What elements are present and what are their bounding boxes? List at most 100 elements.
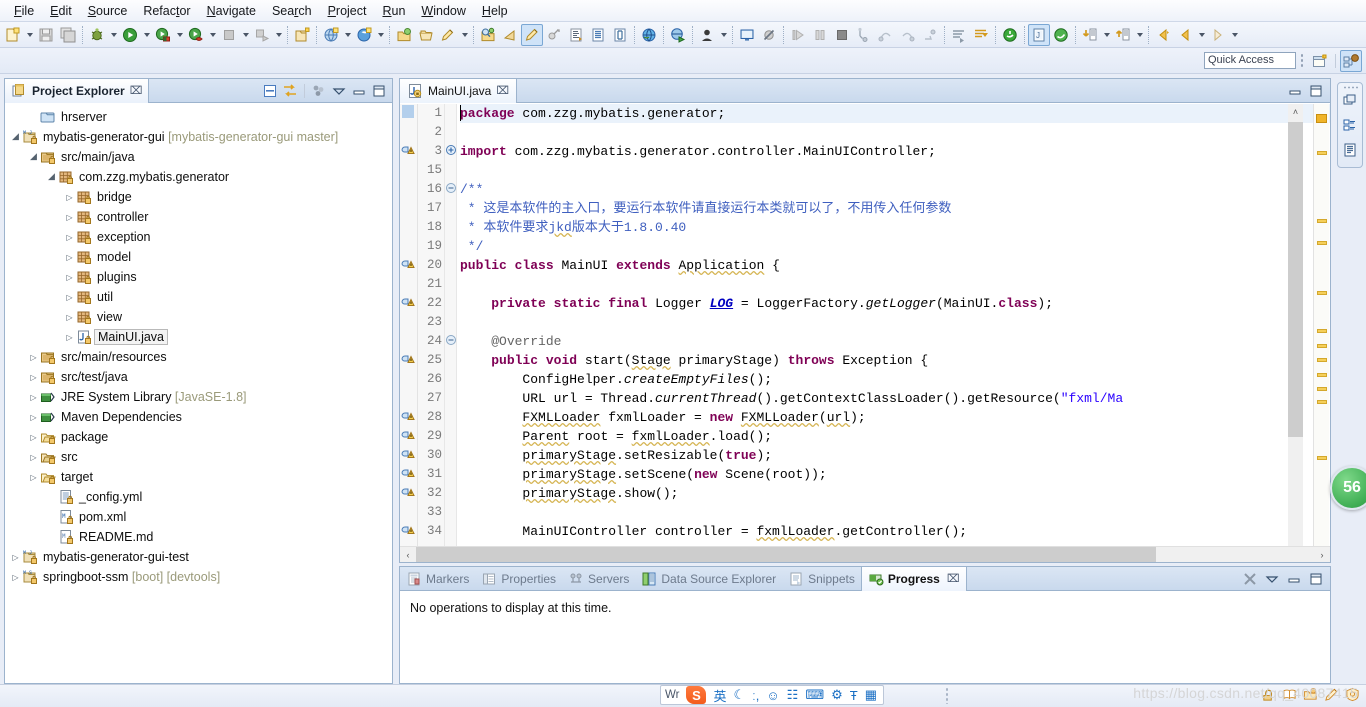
open-task-icon[interactable]: [415, 24, 437, 46]
save-all-icon[interactable]: [57, 24, 79, 46]
link-with-editor-icon[interactable]: [281, 82, 299, 100]
scroll-left-button[interactable]: ‹: [400, 547, 416, 562]
minimize-editor-icon[interactable]: [1286, 82, 1304, 100]
chevron-down-icon[interactable]: [45, 172, 58, 183]
terminate-debug-icon[interactable]: [831, 24, 853, 46]
code-line[interactable]: [460, 161, 1330, 180]
tree-item-maven-dependencies[interactable]: Maven Dependencies: [5, 407, 392, 427]
tree-item-pom-xml[interactable]: Mpom.xml: [5, 507, 392, 527]
source-text[interactable]: package com.zzg.mybatis.generator; impor…: [457, 104, 1330, 562]
fold-expand-icon[interactable]: [445, 142, 456, 161]
edit-marker-icon[interactable]: [437, 24, 459, 46]
project-tree[interactable]: hrserverMJmybatis-generator-gui [mybatis…: [5, 103, 392, 683]
scroll-up-button[interactable]: ˄: [1288, 104, 1303, 120]
spring-perspective-icon[interactable]: [1050, 24, 1072, 46]
chevron-down-icon[interactable]: [1196, 24, 1207, 46]
chevron-right-icon[interactable]: [63, 273, 76, 282]
ime-language-icon[interactable]: 英: [713, 686, 726, 705]
chevron-right-icon[interactable]: [27, 373, 40, 382]
chevron-right-icon[interactable]: [27, 433, 40, 442]
code-line[interactable]: primaryStage.setResizable(true);: [460, 446, 1330, 465]
view-menu-filter-icon[interactable]: [310, 82, 328, 100]
minimize-view-icon[interactable]: [350, 82, 368, 100]
chevron-right-icon[interactable]: [63, 233, 76, 242]
menu-item-edit[interactable]: Edit: [42, 2, 80, 20]
tree-item-mybatis-generator-gui[interactable]: MJmybatis-generator-gui [mybatis-generat…: [5, 127, 392, 147]
notification-badge[interactable]: 56: [1330, 466, 1366, 510]
tree-item-jre-system-library[interactable]: JRE System Library [JavaSE-1.8]: [5, 387, 392, 407]
chevron-down-icon[interactable]: [342, 24, 353, 46]
run-as-server-icon[interactable]: [152, 24, 174, 46]
chevron-down-icon[interactable]: [240, 24, 251, 46]
chevron-right-icon[interactable]: [27, 393, 40, 402]
overview-marker[interactable]: [1317, 387, 1327, 391]
chevron-down-icon[interactable]: [141, 24, 152, 46]
chevron-down-icon[interactable]: [108, 24, 119, 46]
code-line[interactable]: primaryStage.setScene(new Scene(root));: [460, 465, 1330, 484]
ime-toolbox-icon[interactable]: ⚙: [831, 687, 843, 703]
chevron-down-icon[interactable]: [27, 152, 40, 163]
forward-icon[interactable]: [1207, 24, 1229, 46]
run-icon[interactable]: [119, 24, 141, 46]
ime-apps-icon[interactable]: ▦: [865, 687, 877, 703]
chevron-right-icon[interactable]: [63, 213, 76, 222]
menu-item-run[interactable]: Run: [374, 2, 413, 20]
user-profile-icon[interactable]: [696, 24, 718, 46]
cancel-all-operations-icon[interactable]: [1241, 570, 1259, 588]
maximize-view-icon[interactable]: [370, 82, 388, 100]
validate-icon[interactable]: [667, 24, 689, 46]
ime-emoji-icon[interactable]: ☺: [766, 688, 779, 703]
tree-item-controller[interactable]: controller: [5, 207, 392, 227]
chevron-right-icon[interactable]: [27, 353, 40, 362]
code-line[interactable]: primaryStage.show();: [460, 484, 1330, 503]
close-icon[interactable]: ⌧: [496, 84, 509, 97]
overview-marker[interactable]: [1317, 151, 1327, 155]
quick-access-input[interactable]: Quick Access: [1204, 52, 1296, 69]
ime-punctuation-icon[interactable]: ː,: [752, 688, 759, 703]
terminate-icon[interactable]: [218, 24, 240, 46]
open-type-icon[interactable]: [393, 24, 415, 46]
overview-marker[interactable]: [1317, 373, 1327, 377]
code-line[interactable]: MainUIController controller = fxmlLoader…: [460, 522, 1330, 541]
annotation-ruler[interactable]: [400, 104, 418, 562]
chevron-right-icon[interactable]: [27, 453, 40, 462]
tree-item-src[interactable]: src: [5, 447, 392, 467]
ime-keyboard-icon[interactable]: ⌨: [805, 687, 824, 703]
tab-progress[interactable]: Progress⌧: [861, 567, 967, 591]
menu-item-refactor[interactable]: Refactor: [135, 2, 198, 20]
editor-vertical-scrollbar[interactable]: ˄ ˅: [1288, 104, 1303, 562]
view-menu-icon[interactable]: [1263, 570, 1281, 588]
code-line[interactable]: [460, 123, 1330, 142]
code-line[interactable]: URL url = Thread.currentThread().getCont…: [460, 389, 1330, 408]
tree-item-view[interactable]: view: [5, 307, 392, 327]
code-line[interactable]: ConfigHelper.createEmptyFiles();: [460, 370, 1330, 389]
chevron-down-icon[interactable]: [1229, 24, 1240, 46]
close-icon[interactable]: ⌧: [130, 84, 143, 97]
menu-item-window[interactable]: Window: [413, 2, 473, 20]
java-perspective-icon[interactable]: J: [1028, 24, 1050, 46]
tree-item-com-zzg-mybatis-generator[interactable]: com.zzg.mybatis.generator: [5, 167, 392, 187]
scroll-thumb[interactable]: [1288, 122, 1303, 437]
chevron-down-icon[interactable]: [9, 132, 22, 143]
tab-servers[interactable]: Servers: [562, 567, 635, 591]
toggle-markoccurrences-icon[interactable]: [609, 24, 631, 46]
code-line[interactable]: [460, 275, 1330, 294]
resume-icon[interactable]: [787, 24, 809, 46]
maximize-view-icon[interactable]: [1307, 570, 1325, 588]
code-line[interactable]: package com.zzg.mybatis.generator;: [460, 104, 1330, 123]
tree-item-hrserver[interactable]: hrserver: [5, 107, 392, 127]
ime-voice-icon[interactable]: ☷: [787, 687, 799, 703]
close-icon[interactable]: ⌧: [947, 572, 960, 585]
spring-boot-dashboard-icon[interactable]: [999, 24, 1021, 46]
chevron-right-icon[interactable]: [27, 473, 40, 482]
chevron-down-icon[interactable]: [1101, 24, 1112, 46]
tab-properties[interactable]: Properties: [475, 567, 562, 591]
overview-marker[interactable]: [1316, 114, 1327, 123]
overview-marker[interactable]: [1317, 291, 1327, 295]
show-whitespace-icon[interactable]: [587, 24, 609, 46]
next-edit-location-icon[interactable]: [521, 24, 543, 46]
chevron-right-icon[interactable]: [63, 313, 76, 322]
tab-data-source-explorer[interactable]: Data Source Explorer: [635, 567, 782, 591]
tab-snippets[interactable]: Snippets: [782, 567, 861, 591]
open-perspective-icon[interactable]: [1309, 50, 1331, 72]
